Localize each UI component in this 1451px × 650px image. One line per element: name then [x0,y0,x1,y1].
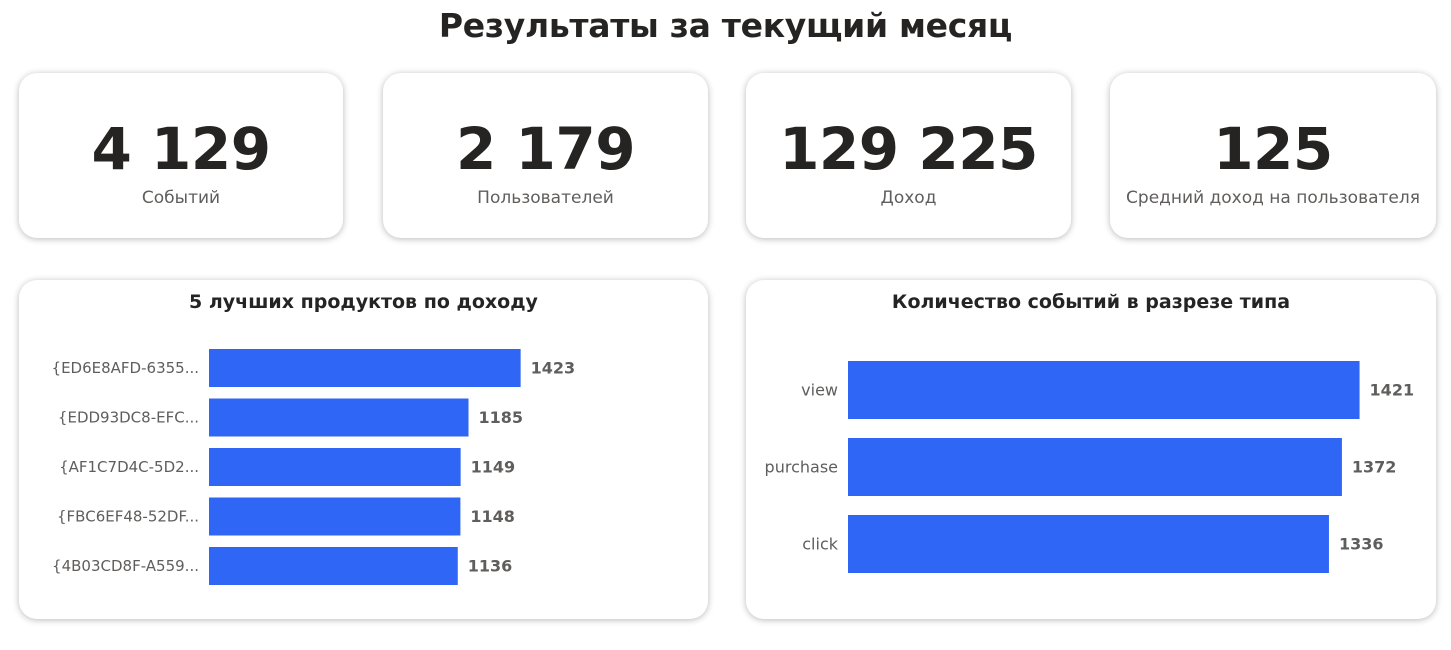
product-category-label: {AF1C7D4C-5D2... [59,458,199,476]
dashboard-page: Результаты за текущий месяц 4 129 Событи… [0,0,1451,650]
product-bar[interactable] [209,349,521,387]
product-value-label: 1149 [471,458,516,477]
event-type-bar[interactable] [848,515,1329,573]
kpi-label-users: Пользователей [477,188,614,208]
kpi-value-users: 2 179 [455,115,636,183]
event-type-value-label: 1372 [1352,458,1397,477]
kpi-label-revenue: Доход [880,188,937,208]
product-bar[interactable] [209,497,461,536]
event-type-category-label: view [801,381,838,400]
event-type-category-label: purchase [765,458,838,477]
product-bar[interactable] [209,448,461,486]
kpi-label-events: Событий [141,188,221,208]
kpi-card-users[interactable]: 2 179 Пользователей [383,73,708,238]
event-type-bar[interactable] [848,438,1342,496]
kpi-label-avg-revenue: Средний доход на пользователя [1126,188,1420,208]
product-category-label: {FBC6EF48-52DF... [57,508,199,526]
product-category-label: {ED6E8AFD-6355... [52,359,199,377]
event-type-value-label: 1421 [1370,381,1415,400]
product-value-label: 1423 [531,359,576,378]
product-bar[interactable] [209,398,469,437]
product-value-label: 1185 [479,408,524,427]
event-type-category-label: click [802,535,838,554]
chart-card-top-products[interactable]: 5 лучших продуктов по доходу {ED6E8AFD-6… [19,280,708,619]
chart-card-events-by-type[interactable]: Количество событий в разрезе типа view 14… [746,280,1436,619]
product-value-label: 1148 [470,507,515,526]
page-title: Результаты за текущий месяц [438,6,1013,45]
kpi-value-events: 4 129 [91,115,271,183]
product-category-label: {4B03CD8F-A559... [52,557,199,575]
kpi-card-revenue[interactable]: 129 225 Доход [746,73,1071,238]
kpi-card-avg-revenue[interactable]: 125 Средний доход на пользователя [1110,73,1436,238]
product-category-label: {EDD93DC8-EFC... [58,409,199,427]
kpi-card-events[interactable]: 4 129 Событий [19,73,343,238]
top-products-bar-chart: {ED6E8AFD-6355... 1423 {EDD93DC8-EFC... 118… [52,349,576,585]
product-bar[interactable] [209,547,458,585]
event-type-value-label: 1336 [1339,535,1384,554]
kpi-value-avg-revenue: 125 [1213,115,1333,183]
product-value-label: 1136 [468,557,513,576]
event-type-bar[interactable] [848,361,1360,419]
kpi-value-revenue: 129 225 [779,115,1038,183]
events-by-type-bar-chart: view 1421 purchase 1372 click 1336 [765,361,1415,573]
